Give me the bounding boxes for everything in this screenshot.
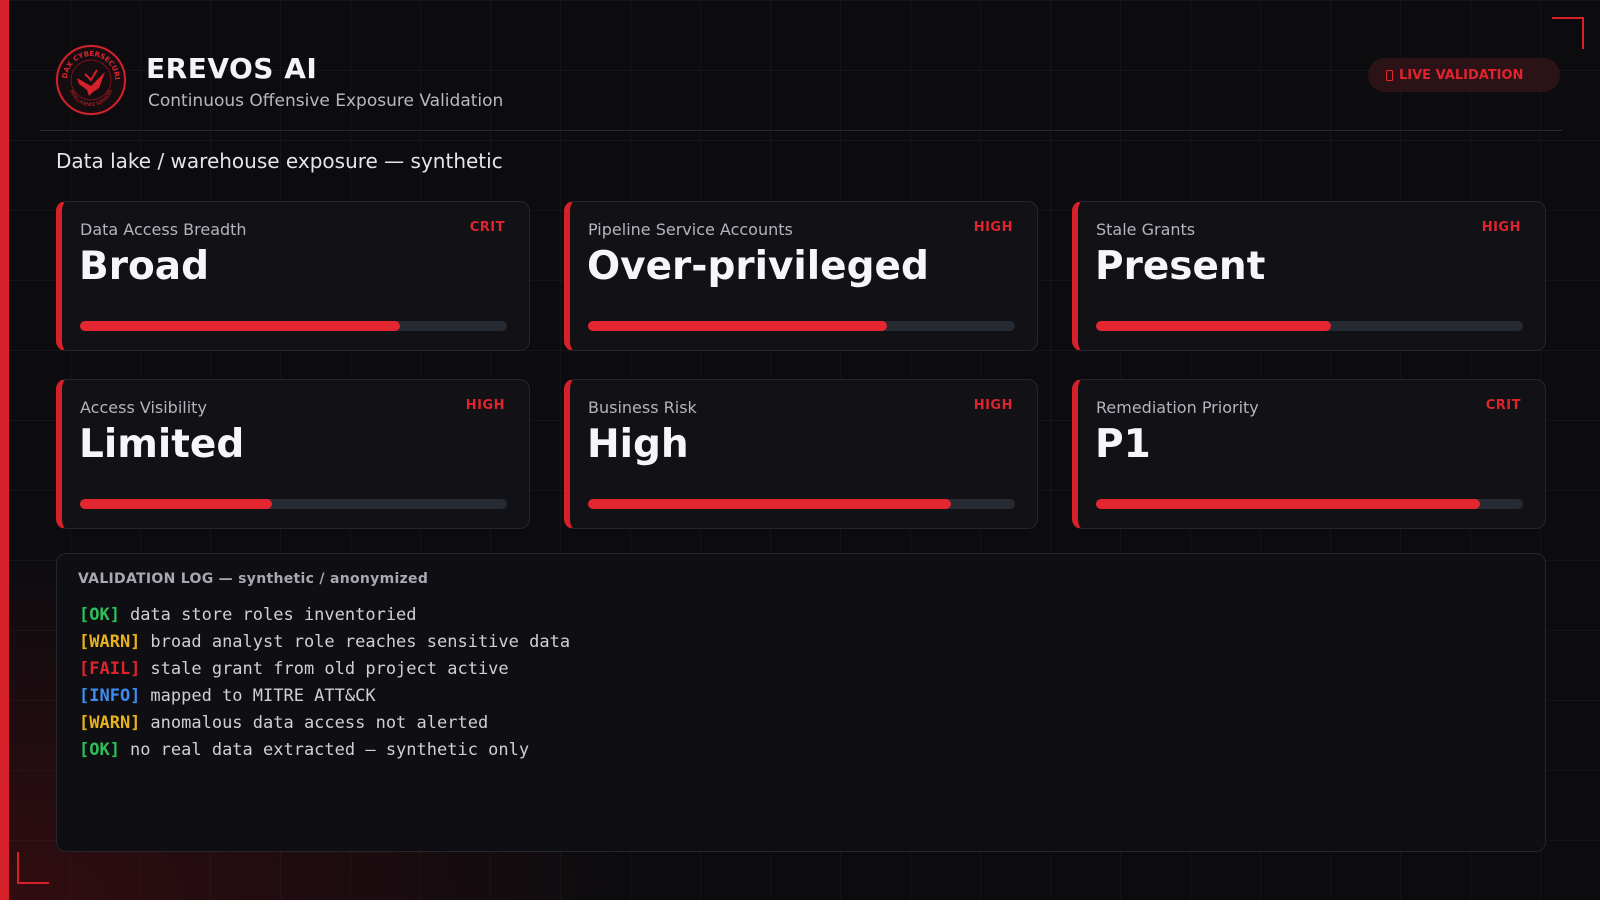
card-label: Stale Grants: [1096, 220, 1196, 239]
log-text: stale grant from old project active: [150, 659, 509, 679]
log-line: [FAIL] stale grant from old project activ…: [79, 656, 570, 683]
metric-card-stale-grants[interactable]: Stale Grants HIGH Present: [1072, 201, 1546, 351]
log-tag: [WARN]: [79, 713, 141, 733]
severity-badge: HIGH: [973, 398, 1013, 413]
card-value: Present: [1095, 244, 1266, 289]
log-tag: [OK]: [79, 605, 120, 625]
severity-badge: CRIT: [1485, 398, 1521, 413]
risk-bar-fill: [1096, 321, 1331, 331]
risk-bar-fill: [1096, 499, 1481, 509]
risk-bar-fill: [80, 499, 273, 509]
risk-bar-track: [588, 321, 1015, 331]
card-label: Business Risk: [588, 398, 697, 417]
accent-rail: [0, 0, 9, 900]
card-value: High: [587, 422, 689, 467]
card-label: Data Access Breadth: [80, 220, 247, 239]
severity-badge: HIGH: [1481, 220, 1521, 235]
log-tag: [WARN]: [79, 632, 141, 652]
card-value: P1: [1095, 422, 1151, 467]
severity-badge: CRIT: [469, 220, 505, 235]
risk-bar-track: [80, 499, 507, 509]
dashboard-page: AUDAX CYBERSECURITY INTELLIGENCE SERVICE…: [0, 0, 1600, 900]
risk-bar-fill: [588, 499, 951, 509]
card-label: Pipeline Service Accounts: [588, 220, 793, 239]
header: AUDAX CYBERSECURITY INTELLIGENCE SERVICE…: [40, 0, 1562, 131]
metric-card-data-access-breadth[interactable]: Data Access Breadth CRIT Broad: [56, 201, 530, 351]
severity-badge: HIGH: [465, 398, 505, 413]
log-line: [INFO] mapped to MITRE ATT&CK: [79, 683, 570, 710]
metric-card-remediation-priority[interactable]: Remediation Priority CRIT P1: [1072, 379, 1546, 529]
risk-bar-track: [80, 321, 507, 331]
log-text: data store roles inventoried: [129, 605, 417, 625]
log-lines: [OK] data store roles inventoried [WARN] b…: [79, 602, 570, 764]
log-line: [WARN] broad analyst role reaches sensiti…: [79, 629, 570, 656]
metric-card-business-risk[interactable]: Business Risk HIGH High: [564, 379, 1038, 529]
card-value: Over-privileged: [587, 244, 929, 289]
log-text: broad analyst role reaches sensitive dat…: [150, 632, 571, 652]
eagle-seal-icon: AUDAX CYBERSECURITY INTELLIGENCE SERVICE…: [55, 44, 127, 116]
risk-bar-fill: [588, 321, 887, 331]
card-label: Access Visibility: [80, 398, 207, 417]
card-value: Limited: [79, 422, 245, 467]
app-title: EREVOS AI: [146, 52, 318, 85]
card-value: Broad: [79, 244, 209, 289]
log-text: no real data extracted — synthetic only: [129, 740, 530, 760]
severity-badge: HIGH: [973, 220, 1013, 235]
log-line: [WARN] anomalous data access not alerted: [79, 710, 570, 737]
card-label: Remediation Priority: [1096, 398, 1259, 417]
risk-bar-track: [588, 499, 1015, 509]
log-line: [OK] data store roles inventoried: [79, 602, 570, 629]
live-indicator-icon: [1386, 69, 1393, 81]
log-title: VALIDATION LOG — synthetic / anonymized: [78, 571, 429, 587]
live-badge-label: LIVE VALIDATION: [1399, 67, 1524, 83]
log-tag: [FAIL]: [79, 659, 141, 679]
app-subtitle: Continuous Offensive Exposure Validation: [148, 91, 504, 111]
log-tag: [INFO]: [79, 686, 141, 706]
metric-card-pipeline-service-accounts[interactable]: Pipeline Service Accounts HIGH Over-priv…: [564, 201, 1038, 351]
log-text: mapped to MITRE ATT&CK: [150, 686, 376, 706]
risk-bar-track: [1096, 321, 1523, 331]
log-tag: [OK]: [79, 740, 120, 760]
live-validation-badge[interactable]: LIVE VALIDATION: [1368, 58, 1560, 92]
risk-bar-fill: [80, 321, 401, 331]
log-line: [OK] no real data extracted — synthetic o…: [79, 737, 570, 764]
corner-bracket-bottom-left: [17, 852, 49, 884]
metric-card-access-visibility[interactable]: Access Visibility HIGH Limited: [56, 379, 530, 529]
log-text: anomalous data access not alerted: [150, 713, 489, 733]
section-title: Data lake / warehouse exposure — synthet…: [56, 149, 503, 173]
validation-log-panel[interactable]: VALIDATION LOG — synthetic / anonymized …: [56, 553, 1546, 852]
risk-bar-track: [1096, 499, 1523, 509]
